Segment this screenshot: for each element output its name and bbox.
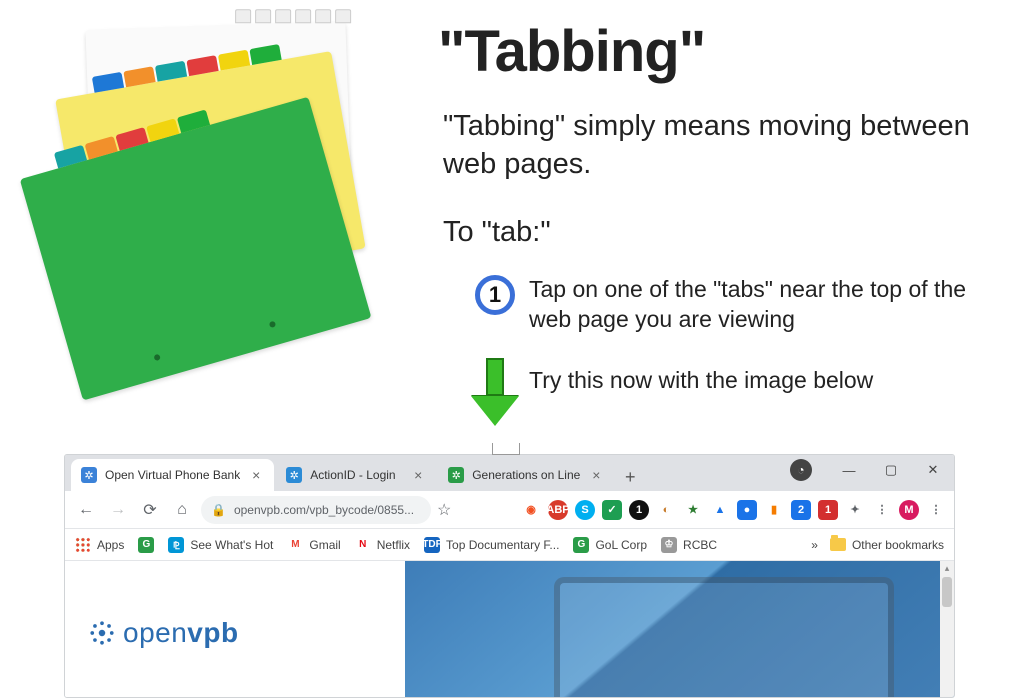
bookmarks-bar: Apps G ⅊ See What's Hot M Gmail N Netflix TDF To… [65,529,954,561]
bookmark-item[interactable]: TDF Top Documentary F... [424,537,559,553]
bookmark-label: RCBC [683,538,717,552]
bookmark-item[interactable]: ⅊ See What's Hot [168,537,273,553]
page-content: openvpb ▴ [65,561,954,697]
bookmark-favicon-icon: TDF [424,537,440,553]
adblock-icon[interactable]: ABP [548,500,568,520]
bookmark-favicon-icon: ⅊ [168,537,184,553]
bookmark-label: See What's Hot [190,538,273,552]
url-text: openvpb.com/vpb_bycode/0855... [234,503,414,517]
down-arrow-icon [475,358,515,426]
ga-icon[interactable]: ▮ [764,500,784,520]
hero-laptop-graphic [554,577,894,697]
bookmark-item[interactable]: M Gmail [287,537,340,553]
tab-title: ActionID - Login [310,468,402,482]
folder-icon [830,538,846,551]
window-maximize-button[interactable]: ▢ [870,456,912,484]
tab-strip: ✲ Open Virtual Phone Bank × ✲ ActionID -… [65,455,954,491]
openvpb-brand: openvpb [89,617,239,649]
bookmark-apps[interactable]: Apps [75,537,124,553]
bookmark-label: Apps [97,538,124,552]
bookmark-favicon-icon: M [287,537,303,553]
bookmark-overflow[interactable]: » [811,538,818,552]
puzzle-icon[interactable]: ✦ [845,500,865,520]
window-minimize-button[interactable]: — [828,456,870,484]
window-controls: ◔ — ▢ ✕ [790,455,954,485]
brave-icon[interactable]: ◉ [521,500,541,520]
extensions-row: ◉ABPS✓1◐★▲●▮21✦⋮M⋮ [521,500,946,520]
nav-forward-button[interactable]: → [105,497,131,523]
bookmark-label: Netflix [377,538,410,552]
bookmark-favicon-icon: G [573,537,589,553]
dog-icon[interactable]: ◐ [656,500,676,520]
badge2-icon[interactable]: 2 [791,500,811,520]
arrow-target-box [492,443,520,455]
bookmark-favicon-icon: ♔ [661,537,677,553]
tab-generations-on-line[interactable]: ✲ Generations on Line × [438,459,614,491]
step-badge-1: 1 [475,275,515,315]
skype-icon[interactable]: S [575,500,595,520]
subtitle: "Tabbing" simply means moving between we… [443,108,973,183]
bookmark-item[interactable]: G GoL Corp [573,537,647,553]
bookmark-favicon-icon: G [138,537,154,553]
menu-icon[interactable]: ⋮ [872,500,892,520]
try-it-row: Try this now with the image below [475,358,873,426]
window-close-button[interactable]: ✕ [912,456,954,484]
blue-icon[interactable]: ● [737,500,757,520]
bookmark-other[interactable]: Other bookmarks [830,538,944,552]
bookmark-label: Other bookmarks [852,538,944,552]
scroll-thumb[interactable] [942,577,952,607]
tab-title: Open Virtual Phone Bank [105,468,240,482]
drive-icon[interactable]: ▲ [710,500,730,520]
check-icon[interactable]: ✓ [602,500,622,520]
tab-title: Generations on Line [472,468,580,482]
folder-illustration [2,0,418,451]
tab-open-virtual-phone-bank[interactable]: ✲ Open Virtual Phone Bank × [71,459,274,491]
nav-back-button[interactable]: ← [73,497,99,523]
page-hero: ▴ [405,561,954,697]
page-title: "Tabbing" [438,18,705,85]
openvpb-logo-icon [89,620,115,646]
bookmark-item[interactable]: G [138,537,154,553]
favicon-openvpb-icon: ✲ [81,467,97,483]
new-icon[interactable]: ★ [683,500,703,520]
bookmark-favicon-icon: N [355,537,371,553]
address-bar: ← → ⟳ ⌂ 🔒 openvpb.com/vpb_bycode/0855...… [65,491,954,529]
tab-close-icon[interactable]: × [410,467,426,483]
bookmark-label: Top Documentary F... [446,538,559,552]
favicon-gol-icon: ✲ [448,467,464,483]
to-tab-label: To "tab:" [443,216,551,249]
tab-close-icon[interactable]: × [588,467,604,483]
bookmark-star-icon[interactable]: ☆ [437,500,451,520]
nav-reload-button[interactable]: ⟳ [137,497,163,523]
bookmark-item[interactable]: N Netflix [355,537,410,553]
step-1: 1 Tap on one of the "tabs" near the top … [475,275,995,335]
nav-home-button[interactable]: ⌂ [169,497,195,523]
page-sidebar: openvpb [65,561,405,697]
apps-grid-icon [75,537,91,553]
url-input[interactable]: 🔒 openvpb.com/vpb_bycode/0855... [201,496,431,524]
avatar-icon[interactable]: M [899,500,919,520]
kebab-icon[interactable]: ⋮ [926,500,946,520]
scrollbar[interactable]: ▴ [940,561,954,697]
step-1-text: Tap on one of the "tabs" near the top of… [529,275,995,335]
try-text: Try this now with the image below [529,358,873,396]
scroll-up-icon[interactable]: ▴ [940,561,954,575]
brand-text: openvpb [123,617,239,649]
one-icon[interactable]: 1 [629,500,649,520]
incognito-icon[interactable]: ◔ [790,459,812,481]
tab-close-icon[interactable]: × [248,467,264,483]
favicon-actionid-icon: ✲ [286,467,302,483]
lock-icon: 🔒 [211,503,226,517]
browser-window: ✲ Open Virtual Phone Bank × ✲ ActionID -… [64,454,955,698]
bookmark-label: GoL Corp [595,538,647,552]
bookmark-label: Gmail [309,538,340,552]
new-tab-button[interactable]: + [616,463,644,491]
bookmark-item[interactable]: ♔ RCBC [661,537,717,553]
tab-actionid-login[interactable]: ✲ ActionID - Login × [276,459,436,491]
badge1-icon[interactable]: 1 [818,500,838,520]
